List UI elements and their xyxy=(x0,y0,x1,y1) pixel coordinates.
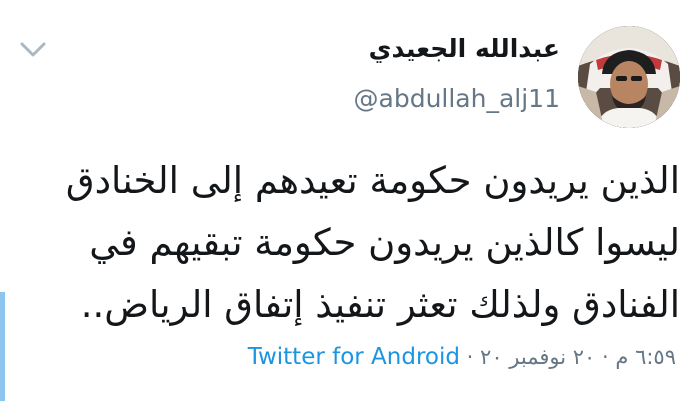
user-avatar[interactable] xyxy=(578,26,680,128)
author-display-name[interactable]: عبدالله الجعيدي xyxy=(369,34,560,63)
tweet-date[interactable]: ٢٠ نوفمبر ٢٠ xyxy=(480,345,595,369)
avatar-image xyxy=(578,26,680,128)
tweet-time[interactable]: ٦:٥٩ م xyxy=(615,345,676,369)
scroll-indicator xyxy=(0,292,5,401)
chevron-down-icon[interactable] xyxy=(16,36,50,62)
meta-separator: · xyxy=(466,345,474,369)
tweet-meta: ٦:٥٩ م · ٢٠ نوفمبر ٢٠ · Twitter for Andr… xyxy=(248,344,676,370)
tweet-card: عبدالله الجعيدي @abdullah_alj11 الذين ير… xyxy=(0,0,700,401)
tweet-text: الذين يريدون حكومة تعيدهم إلى الخنادق لي… xyxy=(65,159,680,326)
meta-separator: · xyxy=(602,345,609,369)
author-handle[interactable]: @abdullah_alj11 xyxy=(354,84,560,113)
tweet-source-link[interactable]: Twitter for Android xyxy=(248,344,460,370)
